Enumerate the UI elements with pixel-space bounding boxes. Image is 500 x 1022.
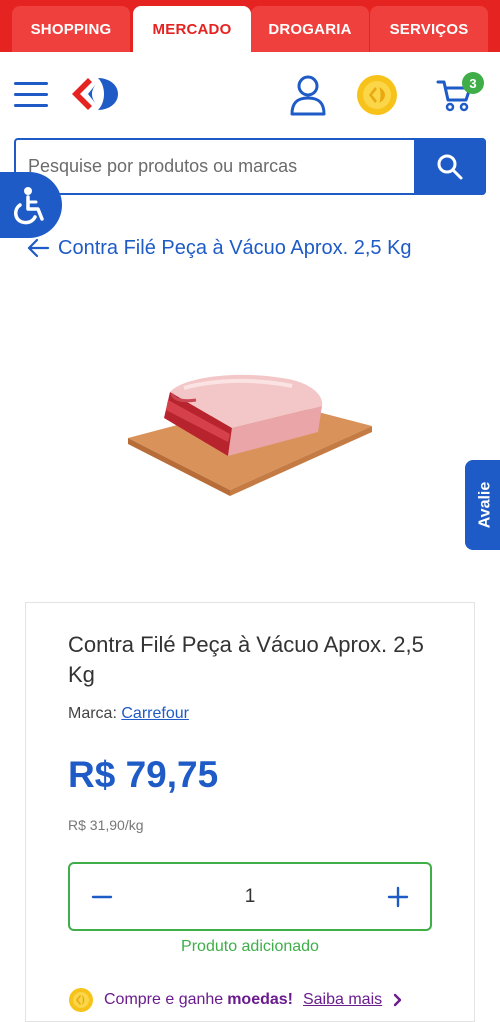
rate-side-tab[interactable]: Avalie bbox=[465, 460, 500, 550]
tab-drogaria[interactable]: DROGARIA bbox=[251, 6, 369, 52]
rate-side-tab-label: Avalie bbox=[476, 481, 494, 529]
search-button[interactable] bbox=[414, 138, 486, 195]
plus-icon bbox=[387, 886, 409, 907]
product-image[interactable] bbox=[112, 330, 390, 574]
arrow-left-icon bbox=[27, 238, 50, 258]
header: 3 bbox=[0, 52, 500, 138]
search-icon bbox=[437, 154, 463, 179]
promo-highlight: moedas! bbox=[227, 991, 293, 1008]
minus-icon bbox=[91, 895, 113, 898]
menu-icon[interactable] bbox=[14, 82, 48, 108]
coins-promo: Compre e ganhe moedas! Saiba mais bbox=[68, 986, 406, 1014]
tab-mercado[interactable]: MERCADO bbox=[133, 6, 251, 52]
user-icon[interactable] bbox=[288, 74, 328, 116]
increase-quantity-button[interactable] bbox=[372, 864, 424, 929]
brand-link[interactable]: Carrefour bbox=[121, 705, 189, 722]
carrefour-logo[interactable] bbox=[66, 74, 122, 114]
accessibility-button[interactable] bbox=[0, 172, 62, 238]
chevron-right-icon[interactable] bbox=[390, 992, 406, 1008]
added-confirmation: Produto adicionado bbox=[181, 938, 319, 955]
product-title: Contra Filé Peça à Vácuo Aprox. 2,5 Kg bbox=[68, 632, 424, 687]
accessibility-icon bbox=[14, 187, 44, 225]
coin-icon[interactable] bbox=[356, 74, 398, 116]
quantity-stepper: 1 bbox=[68, 862, 432, 931]
promo-text: Compre e ganhe bbox=[104, 991, 224, 1008]
back-link-label: Contra Filé Peça à Vácuo Aprox. 2,5 Kg bbox=[58, 236, 412, 259]
tab-servicos[interactable]: SERVIÇOS bbox=[370, 6, 488, 52]
search-input[interactable] bbox=[28, 140, 418, 193]
store-tabs-bar: SHOPPING MERCADO DROGARIA SERVIÇOS bbox=[0, 0, 500, 52]
unit-price: R$ 31,90/kg bbox=[68, 817, 144, 833]
coin-icon bbox=[69, 988, 93, 1012]
brand-label: Marca: bbox=[68, 705, 117, 722]
product-brand: Marca: Carrefour bbox=[68, 705, 189, 723]
promo-learn-more-link[interactable]: Saiba mais bbox=[303, 991, 382, 1009]
tab-shopping[interactable]: SHOPPING bbox=[12, 6, 130, 52]
decrease-quantity-button[interactable] bbox=[76, 864, 128, 929]
search-bar bbox=[14, 138, 486, 195]
cart-count-badge: 3 bbox=[462, 72, 484, 94]
back-link[interactable]: Contra Filé Peça à Vácuo Aprox. 2,5 Kg bbox=[26, 232, 412, 264]
product-price: R$ 79,75 bbox=[68, 754, 219, 795]
